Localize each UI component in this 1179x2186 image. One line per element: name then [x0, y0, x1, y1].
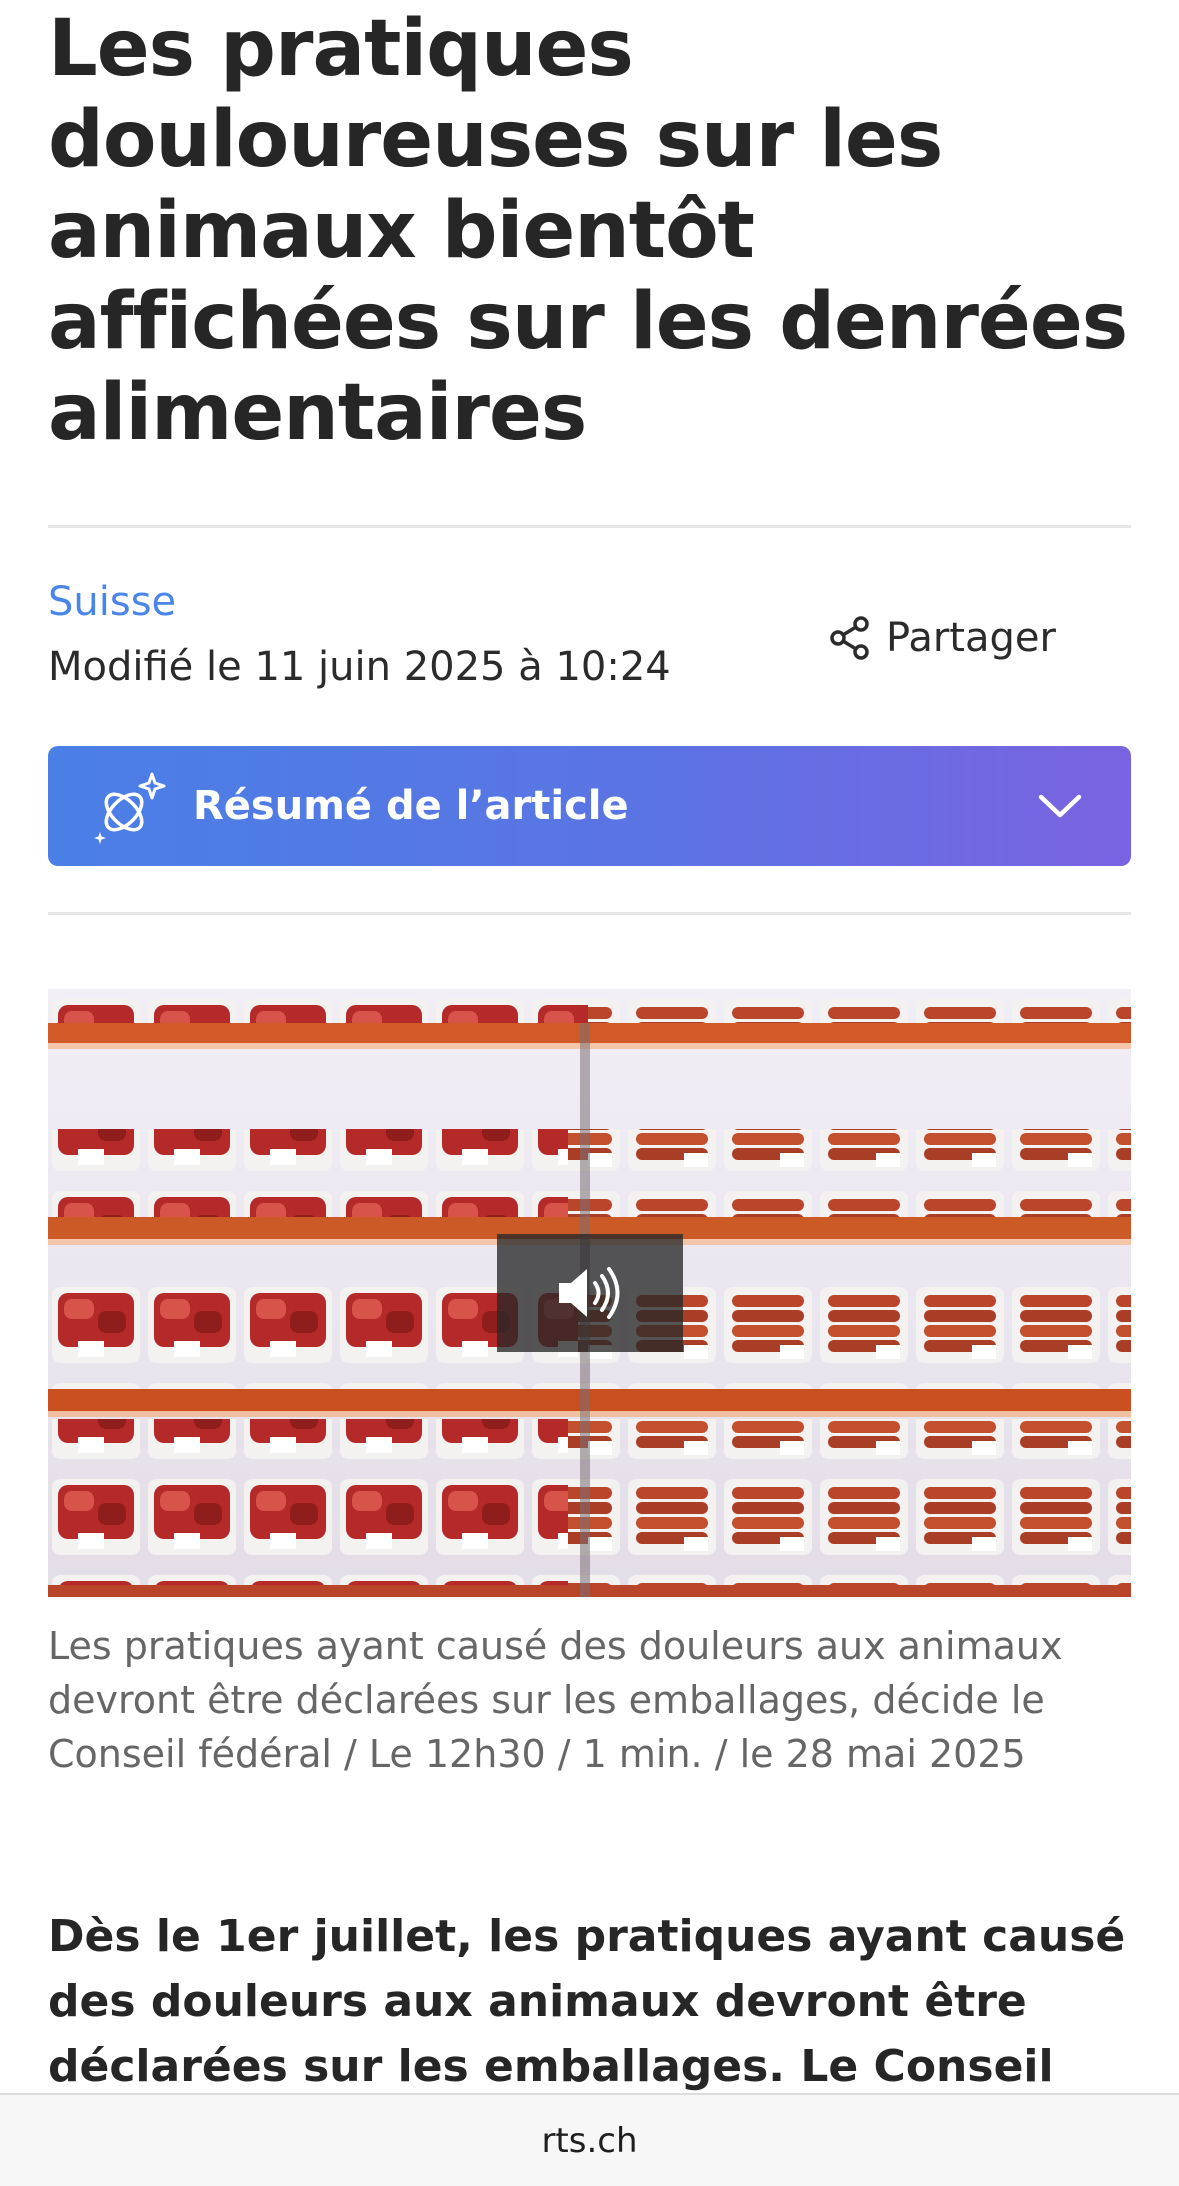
share-button[interactable]: Partager	[830, 610, 1056, 666]
header-divider	[48, 525, 1131, 528]
chevron-down-icon	[1038, 794, 1082, 818]
sound-toggle-button[interactable]	[497, 1234, 683, 1352]
summary-divider	[48, 912, 1131, 915]
article-headline: Les pratiques douloureuses sur les anima…	[48, 4, 1128, 458]
modified-date: Modifié le 11 juin 2025 à 10:24	[48, 644, 671, 690]
ai-sparkle-icon	[94, 772, 166, 844]
share-icon	[830, 616, 869, 660]
browser-address-bar[interactable]: rts.ch	[0, 2093, 1179, 2186]
summary-label: Résumé de l’article	[193, 783, 629, 829]
article-summary-toggle[interactable]: Résumé de l’article	[48, 746, 1131, 866]
url-label: rts.ch	[541, 2120, 638, 2161]
category-link[interactable]: Suisse	[48, 578, 176, 626]
article-video[interactable]	[48, 989, 1131, 1597]
share-label: Partager	[886, 615, 1056, 661]
speaker-icon	[559, 1267, 620, 1319]
image-caption: Les pratiques ayant causé des douleurs a…	[48, 1624, 1063, 1776]
